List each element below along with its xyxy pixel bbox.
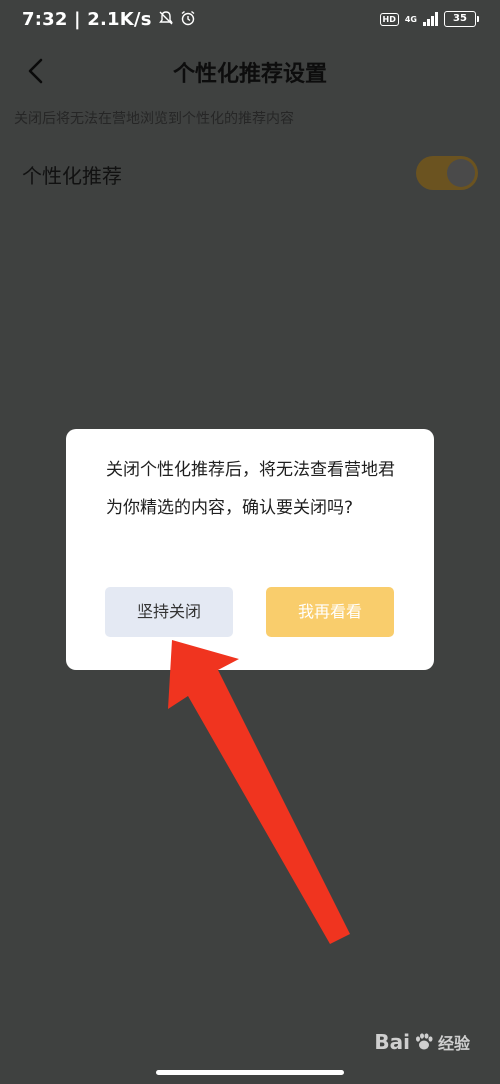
battery-level: 35 (453, 13, 467, 24)
personalized-recommend-toggle[interactable] (416, 156, 478, 190)
home-indicator[interactable] (156, 1070, 344, 1075)
page-title: 个性化推荐设置 (172, 62, 327, 87)
status-left: 7:32 | 2.1K/s (22, 9, 196, 30)
personalized-recommend-label: 个性化推荐 (22, 164, 122, 188)
confirm-dialog: 关闭个性化推荐后，将无法查看营地君为你精选的内容，确认要关闭吗? 坚持关闭 我再… (66, 429, 434, 670)
watermark-suffix: 经验 (437, 1034, 470, 1053)
confirm-close-button[interactable]: 坚持关闭 (105, 587, 233, 637)
network-type: 4G (404, 14, 417, 24)
status-time-speed: 7:32 | 2.1K/s (22, 9, 152, 30)
watermark-brand: Bai (374, 1030, 410, 1054)
dialog-message: 关闭个性化推荐后，将无法查看营地君为你精选的内容，确认要关闭吗? (106, 460, 395, 518)
status-right: HD 4G 35 (379, 11, 479, 27)
status-bar: 7:32 | 2.1K/s HD 4G 35 (0, 0, 500, 42)
alarm-icon (180, 10, 196, 30)
signal-icon (423, 12, 438, 26)
baidu-jingyan-watermark: Bai 经验 (374, 1030, 470, 1054)
hd-badge: HD (379, 12, 399, 26)
notifications-muted-icon (158, 10, 174, 30)
paw-icon (415, 1033, 433, 1050)
toggle-knob (447, 159, 475, 187)
battery-icon: 35 (444, 11, 479, 27)
reconsider-button[interactable]: 我再看看 (266, 587, 394, 637)
settings-description: 关闭后将无法在营地浏览到个性化的推荐内容 (14, 111, 294, 127)
